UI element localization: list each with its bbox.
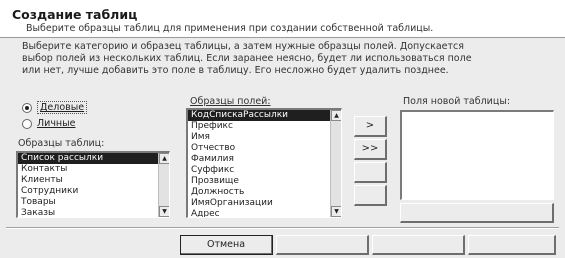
radio-business-label: Деловые	[37, 101, 88, 114]
sample-tables-scrollbar[interactable]: ▲ ▼	[158, 153, 169, 217]
sample-field-item[interactable]: Фамилия	[188, 154, 341, 165]
sample-table-item[interactable]: Товары	[18, 197, 169, 208]
radio-personal-label: Личные	[37, 118, 76, 129]
scroll-down-icon[interactable]: ▼	[159, 206, 169, 217]
rename-field-button[interactable]	[400, 203, 554, 223]
sample-table-item[interactable]: Сотрудники	[18, 186, 169, 197]
sample-table-item[interactable]: Заказы	[18, 208, 169, 217]
radio-personal-indicator	[22, 118, 32, 129]
sample-field-item[interactable]: Отчество	[188, 143, 341, 154]
wizard-header: Создание таблиц Выберите образцы таблиц …	[0, 0, 565, 38]
radio-personal[interactable]: Личные	[22, 117, 76, 130]
finish-button[interactable]	[468, 235, 556, 255]
add-field-button[interactable]: >	[354, 116, 387, 137]
sample-tables-label: Образцы таблиц:	[18, 138, 105, 149]
sample-table-item[interactable]: Список рассылки	[18, 153, 169, 164]
scroll-down-icon[interactable]: ▼	[331, 206, 341, 217]
sample-field-item[interactable]: КодСпискаРассылки	[188, 110, 341, 121]
wizard-subtitle: Выберите образцы таблиц для применения п…	[26, 23, 434, 34]
remove-field-button[interactable]	[354, 162, 387, 183]
next-button[interactable]	[372, 235, 465, 255]
sample-field-item[interactable]: Адрес	[188, 209, 341, 217]
scroll-up-icon[interactable]: ▲	[331, 110, 341, 121]
sample-tables-listbox[interactable]: Список рассылки Контакты Клиенты Сотрудн…	[16, 151, 170, 218]
wizard-title: Создание таблиц	[12, 7, 138, 22]
instructions-line-3: или нет, лучше добавить это поле в табли…	[22, 65, 449, 76]
new-table-fields-listbox[interactable]	[400, 110, 554, 200]
sample-field-item[interactable]: Префикс	[188, 121, 341, 132]
scroll-up-icon[interactable]: ▲	[159, 153, 169, 164]
new-table-fields-label: Поля новой таблицы:	[403, 96, 511, 107]
footer-separator	[6, 227, 559, 229]
radio-business[interactable]: Деловые	[22, 101, 88, 114]
sample-table-item[interactable]: Контакты	[18, 164, 169, 175]
sample-field-item[interactable]: Имя	[188, 132, 341, 143]
sample-fields-scrollbar[interactable]: ▲ ▼	[330, 110, 341, 217]
add-all-fields-button[interactable]: >>	[354, 139, 387, 160]
cancel-button[interactable]: Отмена	[180, 235, 273, 255]
sample-field-item[interactable]: Должность	[188, 187, 341, 198]
sample-field-item[interactable]: Прозвище	[188, 176, 341, 187]
remove-all-fields-button[interactable]	[354, 185, 387, 206]
instructions-text: Выберите категорию и образец таблицы, а …	[22, 41, 562, 77]
sample-field-item[interactable]: ИмяОрганизации	[188, 198, 341, 209]
back-button[interactable]	[276, 235, 369, 255]
create-table-wizard: Создание таблиц Выберите образцы таблиц …	[0, 0, 565, 258]
radio-business-indicator	[22, 102, 32, 113]
sample-fields-listbox[interactable]: КодСпискаРассылки Префикс Имя Отчество Ф…	[186, 108, 342, 218]
instructions-line-1: Выберите категорию и образец таблицы, а …	[22, 41, 464, 52]
sample-field-item[interactable]: Суффикс	[188, 165, 341, 176]
sample-fields-label: Образцы полей:	[190, 96, 271, 107]
sample-table-item[interactable]: Клиенты	[18, 175, 169, 186]
instructions-line-2: выбор полей из нескольких таблиц. Если з…	[22, 53, 472, 64]
